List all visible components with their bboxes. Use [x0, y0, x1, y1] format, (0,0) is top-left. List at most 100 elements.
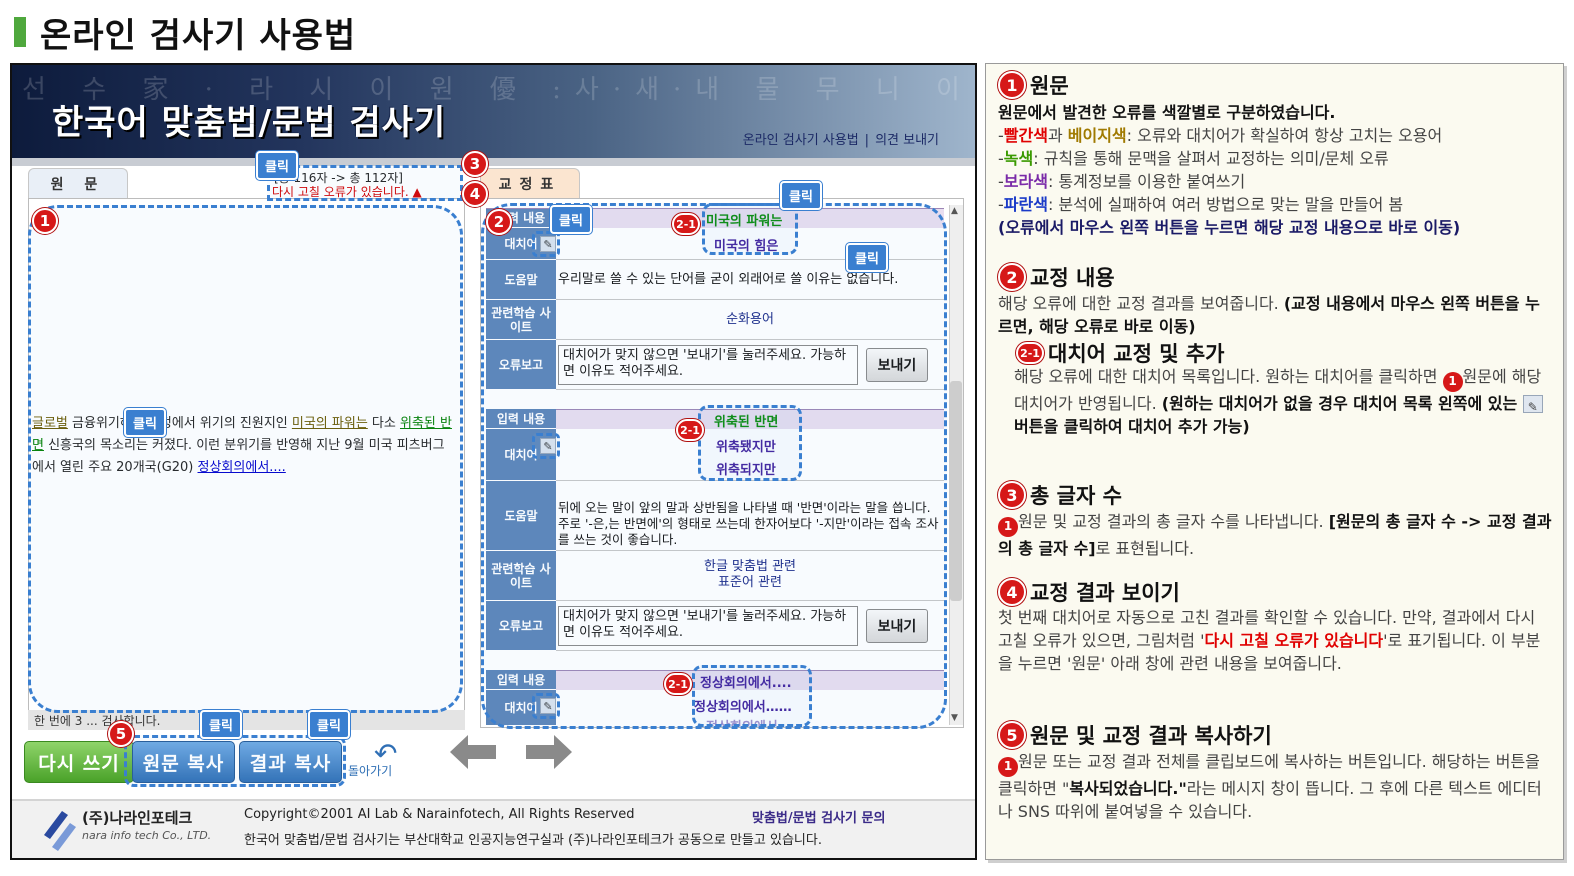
guide-section-3-title: 3총 글자 수 — [998, 480, 1122, 510]
guide-line: -보라색: 통계정보를 이용한 붙여쓰기 — [998, 172, 1246, 191]
banner-divider — [12, 158, 975, 166]
text-span: : 통계정보를 이용한 붙여쓰기 — [1047, 172, 1246, 191]
click-tag: 클릭 — [308, 710, 350, 739]
text-span: : 분석에 실패하여 여러 방법으로 맞는 말을 만들어 봄 — [1047, 195, 1404, 214]
marker-3: 3 — [998, 481, 1026, 509]
guide-section-2-1-body: 해당 오류에 대한 대치어 목록입니다. 원하는 대치어를 클릭하면 1 원문에 … — [1014, 365, 1554, 438]
annotation-suggestion-2 — [698, 405, 802, 481]
guide-section-5-body: 1 원문 또는 교정 결과 전체를 클립보드에 복사하는 버튼입니다. 해당하는 … — [998, 750, 1554, 823]
marker-1: 1 — [998, 71, 1026, 99]
marker-5: 5 — [108, 721, 134, 747]
marker-4: 4 — [998, 578, 1026, 606]
link-feedback[interactable]: 의견 보내기 — [875, 133, 939, 148]
guide-line: -빨간색과 베이지색: 오류와 대치어가 확실하여 항상 고치는 오용어 — [998, 126, 1443, 145]
credits-text: 한국어 맞춤법/문법 검사기는 부산대학교 인공지능연구실과 (주)나라인포테크… — [244, 833, 822, 848]
inquiry-link[interactable]: 맞춤법/문법 검사기 문의 — [752, 807, 885, 826]
title-marker — [14, 17, 26, 47]
app-screenshot: 선 수 家 · 라 시 이 원 優 :사·새·내 물 무 니 이 文 나 한국어… — [10, 63, 977, 860]
arrow-left-icon[interactable] — [450, 735, 496, 769]
annotation-pencil-2 — [532, 433, 560, 459]
guide-title-text: 원문 — [1030, 74, 1069, 98]
pencil-icon: ✎ — [1522, 394, 1543, 414]
annotation-pencil-1 — [532, 231, 560, 257]
company-name: (주)나라인포테크 — [82, 809, 193, 827]
text-span: 로 표현됩니다. — [1095, 538, 1195, 558]
inline-marker-1: 1 — [998, 516, 1018, 537]
color-green-label: 녹색 — [1003, 149, 1034, 168]
text-span: 해당 오류에 대한 대치어 목록입니다. 원하는 대치어를 클릭하면 — [1014, 367, 1443, 386]
tab-original[interactable]: 원 문 — [28, 168, 128, 198]
guide-line: -녹색: 규칙을 통해 문맥을 살펴서 교정하는 의미/문체 오류 — [998, 149, 1389, 168]
rewrite-button[interactable]: 다시 쓰기 — [24, 741, 134, 783]
marker-2-1: 2-1 — [676, 419, 704, 441]
text-span: 버튼을 클릭하여 대치어 추가 가능) — [1014, 416, 1250, 436]
click-tag: 클릭 — [256, 151, 298, 180]
annotation-original-area — [28, 205, 463, 713]
copyright-text: Copyright©2001 AI Lab & Narainfotech, Al… — [244, 807, 635, 822]
app-title: 한국어 맞춤법/문법 검사기 — [52, 103, 447, 143]
guide-section-4-title: 4 교정 결과 보이기 — [998, 577, 1180, 607]
arrow-right-icon[interactable] — [526, 735, 572, 769]
company-logo-icon — [44, 811, 76, 851]
text-span: : 규칙을 통해 문맥을 살펴서 교정하는 의미/문체 오류 — [1033, 149, 1389, 168]
guide-line: -파란색: 분석에 실패하여 여러 방법으로 맞는 말을 만들어 봄 — [998, 195, 1404, 214]
color-purple-label: 보라색 — [1003, 172, 1048, 191]
annotation-pencil-3 — [532, 693, 560, 719]
annotation-suggestion-1 — [702, 203, 798, 255]
marker-2-1: 2-1 — [664, 673, 692, 695]
text-span: 과 — [1047, 126, 1068, 145]
color-blue-label: 파란색 — [1003, 195, 1048, 214]
text-span: 원문 및 교정 결과의 총 글자 수를 나타냅니다. — [1018, 512, 1329, 531]
inline-marker-1: 1 — [1442, 371, 1463, 392]
color-red-label: 빨간색 — [1003, 126, 1048, 145]
guide-section-1-body: 원문에서 발견한 오류를 색깔별로 구분하였습니다. -빨간색과 베이지색: 오… — [998, 101, 1558, 239]
text-span: : 오류와 대치어가 확실하여 항상 고치는 오용어 — [1126, 126, 1443, 145]
click-tag: 클릭 — [550, 205, 592, 234]
click-tag: 클릭 — [846, 243, 888, 272]
back-button[interactable]: 돌아가기 — [348, 762, 392, 779]
guide-section-3-body: 1 원문 및 교정 결과의 총 글자 수를 나타냅니다. [원문의 총 글자 수 … — [998, 510, 1554, 560]
marker-2-1: 2-1 — [1016, 342, 1044, 364]
annotation-copy-buttons — [124, 735, 346, 787]
inline-marker-1: 1 — [998, 756, 1018, 777]
guide-title-text: 총 글자 수 — [1030, 484, 1122, 508]
scroll-down-icon[interactable]: ▼ — [951, 713, 958, 723]
guide-section-4-body: 첫 번째 대치어로 자동으로 고친 결과를 확인할 수 있습니다. 만약, 결과… — [998, 606, 1554, 675]
guide-section-1-title: 1 원문 — [998, 70, 1069, 100]
guide-note: (오류에서 마우스 왼쪽 버튼을 누르면 해당 교정 내용으로 바로 이동) — [998, 218, 1461, 237]
marker-3: 3 — [462, 151, 488, 177]
top-links: 온라인 검사기 사용법 | 의견 보내기 — [742, 133, 939, 148]
marker-2: 2 — [486, 209, 512, 235]
page-title: 온라인 검사기 사용법 — [40, 15, 357, 56]
guide-title-text: 교정 결과 보이기 — [1030, 581, 1180, 605]
guide-section-2-body: 해당 오류에 대한 교정 결과를 보여줍니다. (교정 내용에서 마우스 왼쪽 … — [998, 292, 1554, 338]
text-span: 복사되었습니다." — [1069, 778, 1187, 798]
text-span: 해당 오류에 대한 교정 결과를 보여줍니다. — [998, 294, 1284, 313]
marker-2: 2 — [998, 263, 1026, 291]
click-tag: 클릭 — [200, 710, 242, 739]
annotation-suggestion-3 — [692, 665, 812, 727]
marker-1: 1 — [32, 208, 58, 234]
link-howto[interactable]: 온라인 검사기 사용법 — [743, 133, 859, 148]
marker-4: 4 — [462, 181, 488, 207]
click-tag: 클릭 — [124, 408, 166, 437]
marker-5: 5 — [998, 721, 1026, 749]
guide-line: 원문에서 발견한 오류를 색깔별로 구분하였습니다. — [998, 103, 1336, 122]
original-pane-footer: 한 번에 3 ... 검사합니다. — [28, 710, 465, 730]
scroll-up-icon[interactable]: ▲ — [951, 206, 958, 216]
text-span: (원하는 대치어가 없을 경우 대치어 목록 왼쪽에 있는 — [1161, 393, 1523, 413]
page-title-bar: 온라인 검사기 사용법 — [14, 10, 357, 56]
color-beige-label: 베이지색 — [1067, 126, 1127, 145]
tab-correction[interactable]: 교정표 — [480, 168, 580, 198]
scroll-thumb[interactable] — [950, 381, 962, 601]
company-name-en: nara info tech Co., LTD. — [82, 829, 212, 842]
guide-title-text: 교정 내용 — [1030, 266, 1115, 290]
guide-section-2-title: 2 교정 내용 — [998, 262, 1115, 292]
guide-section-5-title: 5 원문 및 교정 결과 복사하기 — [998, 720, 1272, 750]
text-span: 다시 고칠 오류가 있습니다 — [1204, 631, 1384, 650]
click-tag: 클릭 — [780, 181, 822, 210]
guide-title-text: 원문 및 교정 결과 복사하기 — [1030, 724, 1272, 748]
marker-2-1: 2-1 — [672, 213, 700, 235]
guide-title-text: 대치어 교정 및 추가 — [1048, 342, 1225, 366]
guide-section-2-1-title: 2-1 대치어 교정 및 추가 — [1016, 338, 1225, 368]
